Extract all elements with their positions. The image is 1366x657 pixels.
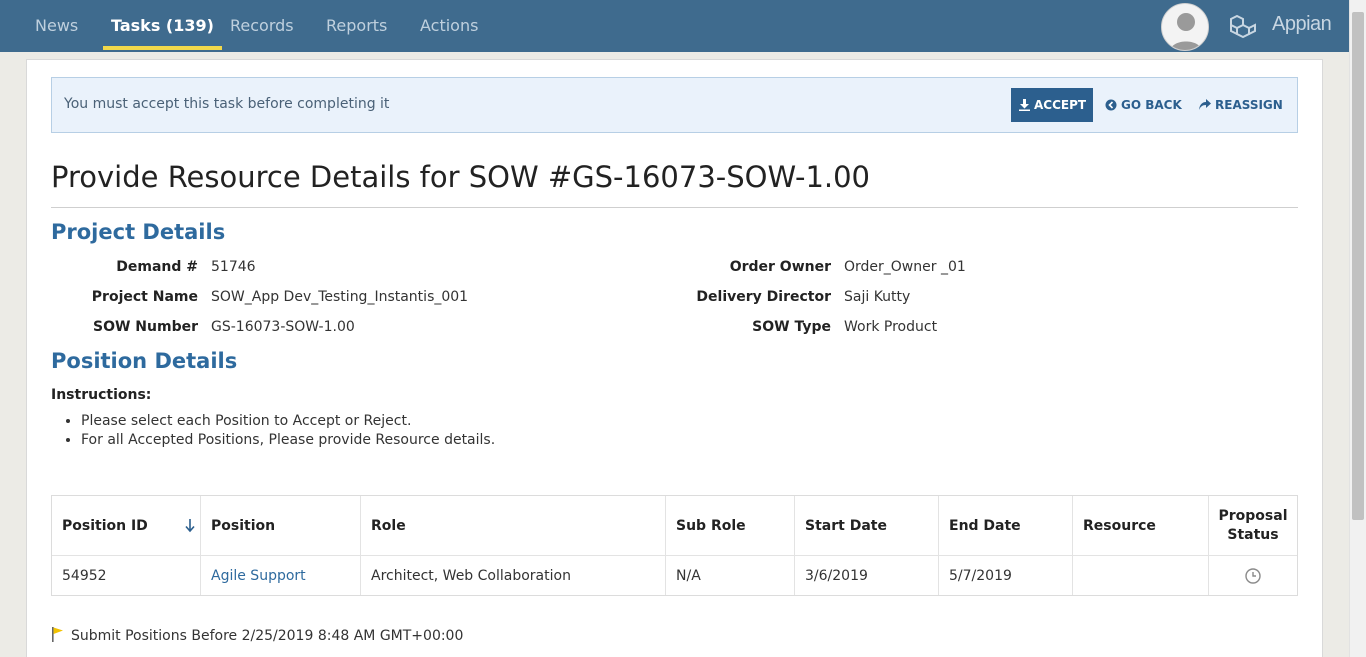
sow-number-label: SOW Number (93, 319, 198, 335)
cell-start-date: 3/6/2019 (795, 555, 939, 595)
accept-button[interactable]: ACCEPT (1011, 88, 1093, 122)
go-back-button[interactable]: GO BACK (1105, 88, 1182, 122)
sow-number-value: GS-16073-SOW-1.00 (211, 319, 355, 335)
scrollbar-thumb[interactable] (1352, 12, 1364, 520)
cell-role: Architect, Web Collaboration (361, 555, 666, 595)
active-tab-indicator (103, 46, 222, 50)
cell-proposal-status (1209, 555, 1297, 595)
brand-name: Appian (1272, 13, 1332, 35)
sow-type-value: Work Product (844, 319, 938, 335)
instructions-label: Instructions: (51, 387, 152, 403)
instruction-item: For all Accepted Positions, Please provi… (81, 431, 495, 450)
demand-label: Demand # (116, 259, 198, 275)
download-icon (1019, 99, 1030, 111)
tab-reports[interactable]: Reports (326, 0, 387, 52)
column-header-resource[interactable]: Resource (1073, 496, 1209, 555)
tab-tasks-label: Tasks (139) (111, 16, 214, 35)
banner-message: You must accept this task before complet… (64, 96, 390, 112)
column-header-proposal-status[interactable]: Proposal Status (1209, 496, 1297, 555)
sow-type-label: SOW Type (752, 319, 831, 335)
appian-logo-icon (1228, 14, 1258, 44)
page-title: Provide Resource Details for SOW #GS-160… (51, 160, 871, 194)
instructions-list: Please select each Position to Accept or… (81, 412, 495, 450)
title-divider (51, 207, 1298, 208)
column-header-position-id[interactable]: Position ID (52, 496, 201, 555)
tab-actions[interactable]: Actions (420, 0, 478, 52)
column-header-label: Status (1227, 526, 1279, 543)
go-back-label: GO BACK (1121, 98, 1182, 112)
project-details-heading: Project Details (51, 220, 226, 244)
flag-icon (52, 627, 63, 642)
column-header-end-date[interactable]: End Date (939, 496, 1073, 555)
tab-records[interactable]: Records (230, 0, 294, 52)
delivery-director-label: Delivery Director (696, 289, 831, 305)
arrow-circle-left-icon (1105, 99, 1117, 111)
cell-end-date: 5/7/2019 (939, 555, 1073, 595)
cell-position: Agile Support (201, 555, 361, 595)
cell-resource (1073, 555, 1209, 595)
accept-task-banner: You must accept this task before complet… (51, 77, 1298, 133)
accept-button-label: ACCEPT (1034, 98, 1087, 112)
column-header-role[interactable]: Role (361, 496, 666, 555)
position-details-heading: Position Details (51, 349, 238, 373)
column-header-sub-role[interactable]: Sub Role (666, 496, 795, 555)
cell-position-id: 54952 (52, 555, 201, 595)
demand-value: 51746 (211, 259, 256, 275)
order-owner-label: Order Owner (729, 259, 831, 275)
submission-deadline: Submit Positions Before 2/25/2019 8:48 A… (51, 626, 463, 644)
share-arrow-icon (1199, 99, 1211, 110)
project-name-value: SOW_App Dev_Testing_Instantis_001 (211, 289, 469, 305)
deadline-text: Submit Positions Before 2/25/2019 8:48 A… (71, 628, 464, 644)
delivery-director-value: Saji Kutty (844, 289, 911, 305)
column-header-start-date[interactable]: Start Date (795, 496, 939, 555)
sort-descending-icon[interactable] (185, 519, 195, 533)
vertical-scrollbar[interactable] (1349, 0, 1366, 657)
order-owner-value: Order_Owner _01 (844, 259, 966, 275)
project-name-label: Project Name (91, 289, 198, 305)
tab-news[interactable]: News (35, 0, 78, 52)
cell-sub-role: N/A (666, 555, 795, 595)
positions-grid: Position ID Position Role Sub Role Start… (51, 495, 1298, 596)
clock-icon (1245, 567, 1261, 584)
reassign-button[interactable]: REASSIGN (1198, 88, 1283, 122)
tab-tasks[interactable]: Tasks (139) (103, 0, 222, 52)
user-avatar[interactable] (1161, 3, 1209, 51)
position-link[interactable]: Agile Support (211, 568, 306, 584)
top-nav-bar: News Tasks (139) Records Reports Actions… (0, 0, 1366, 52)
column-header-position[interactable]: Position (201, 496, 361, 555)
column-header-label: Proposal (1218, 507, 1288, 524)
instruction-item: Please select each Position to Accept or… (81, 412, 495, 431)
task-card: You must accept this task before complet… (26, 59, 1323, 657)
reassign-label: REASSIGN (1215, 98, 1283, 112)
column-header-label: Position ID (62, 517, 148, 534)
